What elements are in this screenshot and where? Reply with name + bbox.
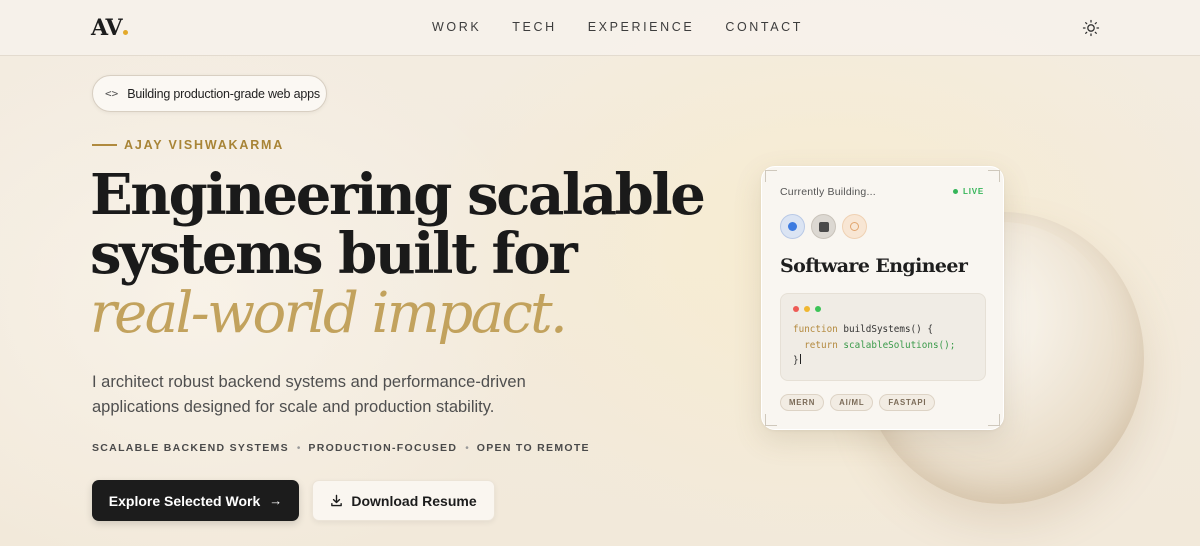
window-maximize-dot (815, 306, 821, 312)
arrow-right-icon: → (269, 493, 283, 508)
card-status-label: Currently Building... (780, 186, 876, 198)
card-corner (988, 414, 1000, 426)
card-corner (988, 170, 1000, 182)
card-role-title: Software Engineer (780, 255, 968, 277)
download-resume-label: Download Resume (351, 492, 477, 509)
card-icon-row (780, 214, 873, 239)
sun-icon (1082, 19, 1100, 37)
tag-separator: • (296, 442, 301, 454)
window-minimize-dot (804, 306, 810, 312)
top-navigation: AV WORK TECH EXPERIENCE CONTACT (0, 0, 1200, 56)
hero-tags: SCALABLE BACKEND SYSTEMS • PRODUCTION-FO… (92, 442, 590, 454)
hero-badge: <> Building production-grade web apps (92, 75, 327, 112)
hero-eyebrow: AJAY VISHWAKARMA (92, 138, 284, 152)
explore-work-button[interactable]: Explore Selected Work → (92, 480, 299, 521)
explore-work-label: Explore Selected Work (108, 492, 261, 509)
headline-line-1: Engineering scalable (90, 162, 706, 228)
live-label: LIVE (963, 187, 984, 196)
tag-item: PRODUCTION-FOCUSED (308, 442, 458, 454)
tech-chips: MERN AI/ML FASTAPI (780, 394, 941, 411)
download-resume-button[interactable]: Download Resume (312, 480, 495, 521)
hero-description: I architect robust backend systems and p… (92, 373, 526, 416)
code-lines: function buildSystems() { return scalabl… (793, 324, 956, 366)
card-corner (765, 414, 777, 426)
chip-ai-ml: AI/ML (830, 394, 874, 411)
ring-icon[interactable] (842, 214, 867, 239)
logo[interactable]: AV (91, 15, 128, 41)
tag-item: OPEN TO REMOTE (476, 442, 590, 454)
code-brackets-icon: <> (105, 87, 119, 100)
tag-separator: • (465, 442, 469, 454)
square-icon[interactable] (811, 214, 836, 239)
headline-accent: real-world impact. (90, 281, 568, 346)
theme-toggle-button[interactable] (1082, 19, 1100, 37)
headline-line-2: systems built for (90, 221, 578, 287)
hero-headline: Engineering scalable systems built for r… (90, 162, 710, 346)
chip-fastapi: FASTAPI (879, 394, 936, 411)
nav-links: WORK TECH EXPERIENCE CONTACT (432, 20, 834, 34)
code-snippet: function buildSystems() { return scalabl… (780, 293, 986, 381)
nav-link-tech[interactable]: TECH (512, 20, 556, 34)
live-indicator: LIVE (953, 187, 984, 196)
badge-text: Building production-grade web apps (127, 86, 320, 101)
live-dot-icon (953, 189, 959, 194)
nav-link-work[interactable]: WORK (432, 20, 481, 34)
chip-mern: MERN (780, 394, 825, 411)
logo-dot (122, 30, 128, 35)
text-cursor (799, 354, 801, 364)
blue-dot-icon[interactable] (780, 214, 805, 239)
status-card: Currently Building... LIVE Software Engi… (761, 166, 1004, 430)
nav-link-experience[interactable]: EXPERIENCE (588, 20, 695, 34)
tag-item: SCALABLE BACKEND SYSTEMS (92, 442, 289, 454)
nav-link-contact[interactable]: CONTACT (725, 20, 803, 34)
download-icon (331, 494, 343, 507)
window-close-dot (793, 306, 799, 312)
card-corner (765, 170, 777, 182)
eyebrow-divider (92, 144, 117, 146)
author-name: AJAY VISHWAKARMA (124, 138, 285, 152)
